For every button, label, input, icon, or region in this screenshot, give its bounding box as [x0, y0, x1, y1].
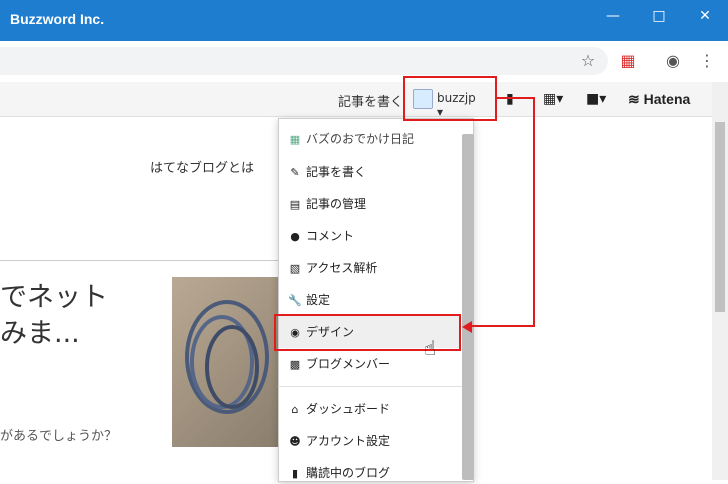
page-scrollbar[interactable] — [712, 82, 728, 480]
annotation-arrowhead — [462, 321, 472, 333]
document-icon: ▤ — [289, 198, 301, 211]
menu-item-blog[interactable]: ▦ バズのおでかけ日記 — [288, 129, 414, 149]
star-icon[interactable]: ☆ — [578, 51, 598, 71]
about-hatena-blog-link[interactable]: はてなブログとは — [150, 157, 254, 176]
members-icon: ▩ — [289, 358, 301, 371]
annotation-highlight-user — [403, 76, 497, 121]
menu-item-analytics[interactable]: ▧ アクセス解析 — [288, 258, 378, 278]
menu-item-write[interactable]: ✎ 記事を書く — [288, 162, 366, 182]
hand-cursor-icon: ☝ — [424, 336, 437, 360]
close-button[interactable]: ✕ — [682, 0, 728, 32]
annotation-line — [497, 97, 535, 99]
home-icon: ⌂ — [291, 403, 299, 416]
minimize-button[interactable]: — — [590, 0, 636, 32]
annotation-line — [533, 97, 535, 327]
blog-icon: ▦ — [289, 133, 301, 146]
edit-icon: ✎ — [290, 166, 300, 179]
account-icon[interactable]: ◉ — [663, 51, 683, 71]
cable-image — [185, 300, 269, 414]
apps-grid-icon[interactable]: ▦▾ — [543, 91, 563, 107]
comment-icon: ● — [290, 230, 300, 243]
annotation-line — [470, 325, 535, 327]
window-title: Buzzword Inc. — [10, 11, 105, 27]
notification-icon[interactable]: ■▾ — [586, 91, 606, 107]
window-titlebar: Buzzword Inc. — □ ✕ — [0, 0, 728, 41]
divider — [0, 260, 278, 261]
bookmark-icon[interactable]: ▮ — [506, 91, 514, 107]
menu-separator — [278, 386, 462, 387]
menu-item-account[interactable]: ☻ アカウント設定 — [288, 431, 390, 451]
menu-item-manage[interactable]: ▤ 記事の管理 — [288, 194, 366, 214]
article-excerpt: があるでしょうか？ — [0, 429, 118, 444]
dropdown-scrollbar[interactable] — [462, 134, 474, 480]
wrench-icon: 🔧 — [288, 294, 302, 307]
hatena-logo[interactable]: ≋ Hatena — [628, 91, 690, 108]
extension-icon[interactable]: ▦ — [618, 51, 638, 71]
article-title[interactable]: でネット みま... — [0, 280, 170, 352]
menu-item-settings[interactable]: 🔧 設定 — [288, 290, 330, 310]
write-article-link[interactable]: 記事を書く — [338, 91, 403, 110]
menu-item-comments[interactable]: ● コメント — [288, 226, 354, 246]
scrollbar-thumb[interactable] — [715, 122, 725, 312]
bookmark-icon: ▮ — [291, 467, 299, 480]
more-icon[interactable]: ⋮ — [697, 51, 717, 71]
user-icon: ☻ — [289, 435, 301, 448]
browser-toolbar: ☆ ▦ ◉ ⋮ — [0, 41, 728, 83]
menu-item-dashboard[interactable]: ⌂ ダッシュボード — [288, 399, 391, 419]
address-input[interactable] — [0, 47, 608, 75]
maximize-button[interactable]: □ — [636, 0, 682, 32]
article-thumbnail[interactable] — [172, 277, 278, 447]
menu-item-members[interactable]: ▩ ブログメンバー — [288, 354, 390, 374]
menu-item-subscriptions[interactable]: ▮ 購読中のブログ — [288, 463, 390, 483]
signal-icon: ▧ — [289, 262, 301, 275]
